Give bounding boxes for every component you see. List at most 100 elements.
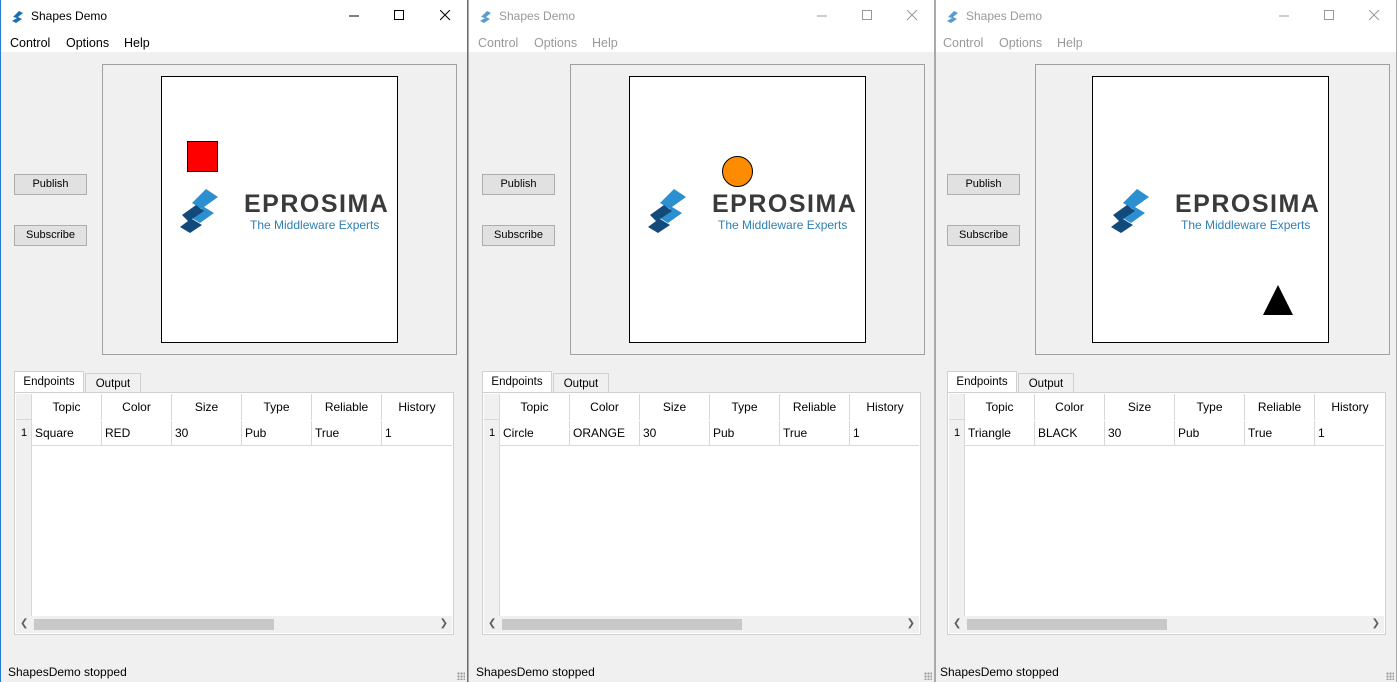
column-header-type[interactable]: Type: [242, 394, 312, 420]
column-header-color[interactable]: Color: [1035, 394, 1105, 420]
minimize-button[interactable]: [331, 0, 377, 32]
column-header-topic[interactable]: Topic: [32, 394, 102, 420]
column-header-topic[interactable]: Topic: [500, 394, 570, 420]
column-header-history[interactable]: History: [850, 394, 919, 420]
eprosima-logo-icon: [180, 189, 218, 233]
shapes-canvas[interactable]: EPROSIMA The Middleware Experts: [161, 76, 398, 343]
menu-help[interactable]: Help: [1057, 36, 1083, 50]
tab-endpoints[interactable]: Endpoints: [482, 371, 552, 393]
tab-output[interactable]: Output: [553, 373, 609, 394]
title-bar[interactable]: Shapes Demo: [469, 0, 934, 32]
cell-reliable[interactable]: True: [1245, 421, 1315, 446]
scroll-right-icon[interactable]: ❯: [907, 618, 915, 629]
scroll-left-icon[interactable]: ❮: [488, 618, 496, 629]
scroll-right-icon[interactable]: ❯: [440, 618, 448, 629]
scroll-right-icon[interactable]: ❯: [1372, 618, 1380, 629]
cell-type[interactable]: Pub: [1175, 421, 1245, 446]
cell-size[interactable]: 30: [640, 421, 710, 446]
horizontal-scrollbar[interactable]: ❮ ❯: [949, 616, 1384, 633]
menu-help[interactable]: Help: [592, 36, 618, 50]
horizontal-scrollbar[interactable]: ❮ ❯: [484, 616, 919, 633]
menu-control[interactable]: Control: [478, 36, 518, 50]
menu-bar: Control Options Help: [936, 32, 1396, 52]
horizontal-scrollbar[interactable]: ❮ ❯: [16, 616, 452, 633]
minimize-button[interactable]: [799, 0, 845, 32]
resize-grip-icon[interactable]: [457, 672, 465, 680]
cell-size[interactable]: 30: [1105, 421, 1175, 446]
maximize-button[interactable]: [376, 0, 422, 32]
menu-control[interactable]: Control: [10, 36, 50, 50]
cell-size[interactable]: 30: [172, 421, 242, 446]
column-header-reliable[interactable]: Reliable: [780, 394, 850, 420]
subscribe-button[interactable]: Subscribe: [14, 225, 87, 246]
scroll-left-icon[interactable]: ❮: [20, 618, 28, 629]
title-bar[interactable]: Shapes Demo: [1, 0, 467, 32]
cell-reliable[interactable]: True: [312, 421, 382, 446]
shapes-canvas[interactable]: EPROSIMA The Middleware Experts: [629, 76, 866, 343]
tab-output[interactable]: Output: [85, 373, 141, 394]
column-header-size[interactable]: Size: [640, 394, 710, 420]
cell-history[interactable]: 1: [850, 421, 919, 446]
column-header-size[interactable]: Size: [1105, 394, 1175, 420]
scroll-thumb[interactable]: [502, 619, 742, 630]
resize-grip-icon[interactable]: [1386, 672, 1394, 680]
column-header-size[interactable]: Size: [172, 394, 242, 420]
endpoints-table[interactable]: Topic Color Size Type Reliable History 1…: [484, 394, 919, 633]
cell-history[interactable]: 1: [1315, 421, 1384, 446]
cell-topic[interactable]: Triangle: [965, 421, 1035, 446]
column-header-reliable[interactable]: Reliable: [1245, 394, 1315, 420]
maximize-button[interactable]: [1306, 0, 1352, 32]
subscribe-button[interactable]: Subscribe: [482, 225, 555, 246]
publish-button[interactable]: Publish: [947, 174, 1020, 195]
cell-color[interactable]: RED: [102, 421, 172, 446]
column-header-type[interactable]: Type: [710, 394, 780, 420]
close-button[interactable]: [1351, 0, 1396, 32]
column-header-history[interactable]: History: [382, 394, 452, 420]
column-header-reliable[interactable]: Reliable: [312, 394, 382, 420]
cell-type[interactable]: Pub: [242, 421, 312, 446]
tab-output[interactable]: Output: [1018, 373, 1074, 394]
menu-options[interactable]: Options: [66, 36, 109, 50]
cell-type[interactable]: Pub: [710, 421, 780, 446]
cell-color[interactable]: BLACK: [1035, 421, 1105, 446]
close-button[interactable]: [889, 0, 934, 32]
minimize-button[interactable]: [1261, 0, 1307, 32]
menu-help[interactable]: Help: [124, 36, 150, 50]
row-number[interactable]: 1: [484, 421, 500, 446]
cell-history[interactable]: 1: [382, 421, 452, 446]
publish-button[interactable]: Publish: [14, 174, 87, 195]
scroll-left-icon[interactable]: ❮: [953, 618, 961, 629]
cell-reliable[interactable]: True: [780, 421, 850, 446]
resize-grip-icon[interactable]: [924, 672, 932, 680]
shapes-canvas[interactable]: EPROSIMA The Middleware Experts: [1092, 76, 1329, 343]
title-bar[interactable]: Shapes Demo: [936, 0, 1396, 32]
column-header-color[interactable]: Color: [102, 394, 172, 420]
close-button[interactable]: [422, 0, 467, 32]
column-header-history[interactable]: History: [1315, 394, 1384, 420]
minimize-icon: [817, 15, 827, 17]
menu-control[interactable]: Control: [943, 36, 983, 50]
column-header-color[interactable]: Color: [570, 394, 640, 420]
cell-topic[interactable]: Square: [32, 421, 102, 446]
logo-subtitle: The Middleware Experts: [1181, 218, 1311, 232]
cell-topic[interactable]: Circle: [500, 421, 570, 446]
endpoints-table[interactable]: Topic Color Size Type Reliable History 1…: [16, 394, 452, 633]
cell-color[interactable]: ORANGE: [570, 421, 640, 446]
publish-button[interactable]: Publish: [482, 174, 555, 195]
menu-options[interactable]: Options: [999, 36, 1042, 50]
maximize-icon: [862, 10, 872, 20]
maximize-button[interactable]: [844, 0, 890, 32]
tab-endpoints[interactable]: Endpoints: [947, 371, 1017, 393]
menu-options[interactable]: Options: [534, 36, 577, 50]
endpoints-table[interactable]: Topic Color Size Type Reliable History 1…: [949, 394, 1384, 633]
row-number[interactable]: 1: [16, 421, 32, 446]
column-header-type[interactable]: Type: [1175, 394, 1245, 420]
table-header: Topic Color Size Type Reliable History: [949, 394, 1384, 420]
row-number[interactable]: 1: [949, 421, 965, 446]
column-header-topic[interactable]: Topic: [965, 394, 1035, 420]
tab-endpoints[interactable]: Endpoints: [14, 371, 84, 393]
subscribe-button[interactable]: Subscribe: [947, 225, 1020, 246]
scroll-thumb[interactable]: [34, 619, 274, 630]
scroll-thumb[interactable]: [967, 619, 1167, 630]
menu-bar: Control Options Help: [1, 32, 467, 52]
